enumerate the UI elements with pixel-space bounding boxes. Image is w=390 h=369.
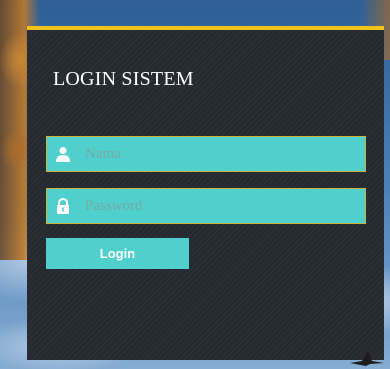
lock-icon <box>55 197 71 214</box>
login-button[interactable]: Login <box>46 238 189 269</box>
username-field[interactable] <box>46 136 366 172</box>
password-input[interactable] <box>85 189 355 223</box>
password-field[interactable] <box>46 188 366 224</box>
corner-logo-icon <box>350 351 384 366</box>
page-title: LOGIN SISTEM <box>53 68 194 90</box>
user-icon <box>55 146 71 162</box>
username-input[interactable] <box>85 137 355 171</box>
login-panel: LOGIN SISTEM Login <box>27 26 384 360</box>
